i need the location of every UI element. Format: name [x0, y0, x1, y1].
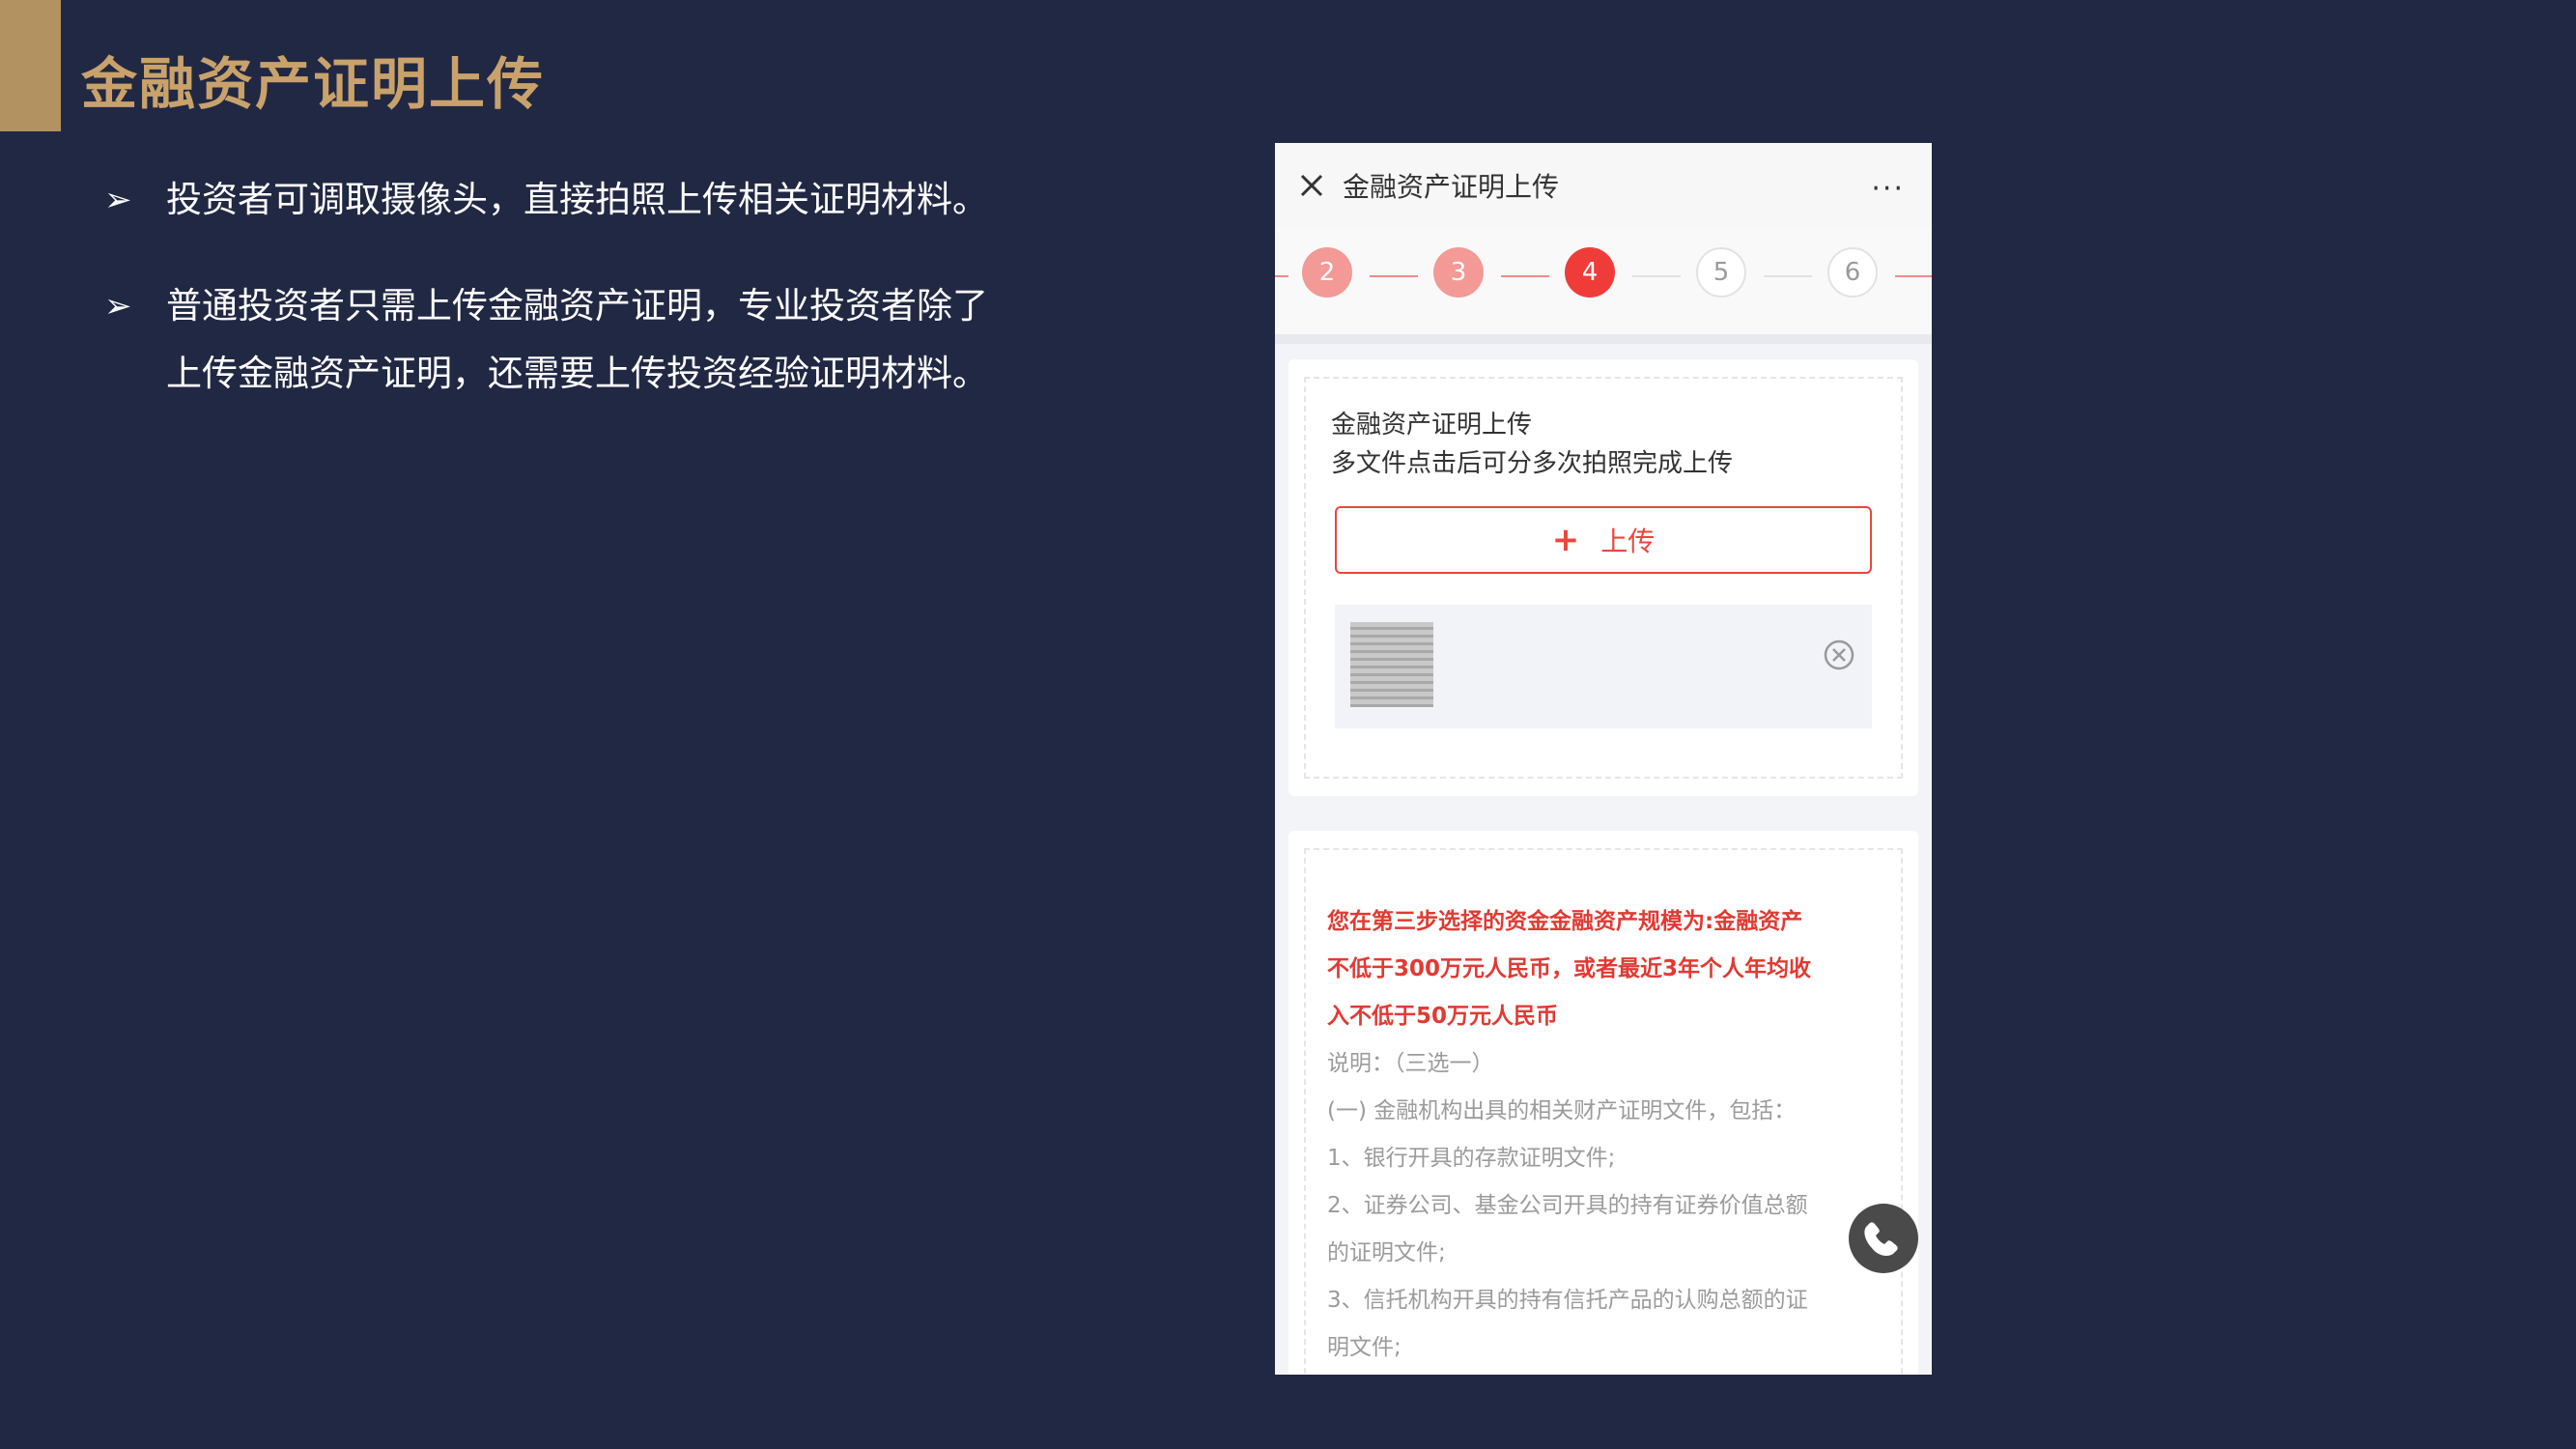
- step-5[interactable]: 5: [1696, 247, 1746, 298]
- phone-icon[interactable]: [1849, 1204, 1918, 1273]
- phone-page-title: 金融资产证明上传: [1343, 171, 1560, 203]
- step-connector: [1895, 275, 1932, 277]
- notice-highlight-line: 不低于300万元人民币，或者最近3年个人年均收: [1327, 956, 1812, 981]
- bullet-text: 上传金融资产证明，还需要上传投资经验证明材料。: [166, 353, 988, 394]
- step-6[interactable]: 6: [1827, 247, 1878, 298]
- step-2[interactable]: 2: [1302, 247, 1352, 298]
- notice-detail-line: 3、信托机构开具的持有信托产品的认购总额的证: [1327, 1288, 1808, 1313]
- upload-title: 金融资产证明上传: [1331, 411, 1533, 440]
- phone-handset-icon: [1864, 1222, 1898, 1256]
- title-accent-bar: [0, 0, 61, 131]
- step-connector: [1632, 275, 1681, 277]
- notice-highlight-line: 您在第三步选择的资金金融资产规模为:金融资产: [1327, 909, 1803, 934]
- bullet-arrow-icon: ➢: [104, 181, 132, 219]
- bullet-item: ➢ 投资者可调取摄像头，直接拍照上传相关证明材料。: [104, 166, 1070, 234]
- upload-label: 金融资产证明上传 多文件点击后可分多次拍照完成上传: [1331, 406, 1733, 483]
- step-connector: [1764, 275, 1812, 277]
- notice-detail-line: 的证明文件;: [1327, 1240, 1446, 1265]
- bullet-list: ➢ 投资者可调取摄像头，直接拍照上传相关证明材料。 ➢ 普通投资者只需上传金融资…: [104, 166, 1070, 446]
- bullet-text: 普通投资者只需上传金融资产证明，专业投资者除了: [166, 285, 988, 327]
- step-4[interactable]: 4: [1565, 247, 1615, 298]
- plus-icon: +: [1551, 521, 1580, 559]
- phone-header: 金融资产证明上传 ···: [1275, 143, 1932, 228]
- uploaded-file-item: [1335, 605, 1872, 728]
- bullet-arrow-icon: ➢: [104, 287, 132, 326]
- upload-button[interactable]: + 上传: [1335, 506, 1872, 574]
- step-connector: [1275, 275, 1288, 277]
- upload-card: 金融资产证明上传 多文件点击后可分多次拍照完成上传 + 上传: [1288, 359, 1918, 796]
- slide-title: 金融资产证明上传: [81, 51, 546, 117]
- notice-detail-line: 明文件;: [1327, 1335, 1401, 1360]
- notice-detail-line: 说明：（三选一）: [1327, 1051, 1494, 1076]
- notice-detail-line: 1、银行开具的存款证明文件;: [1327, 1146, 1616, 1171]
- notice-detail-line: (一) 金融机构出具的相关财产证明文件，包括：: [1327, 1098, 1797, 1123]
- upload-hint: 多文件点击后可分多次拍照完成上传: [1331, 449, 1734, 478]
- remove-circle-icon[interactable]: [1822, 638, 1856, 672]
- step-3[interactable]: 3: [1433, 247, 1484, 298]
- notice-text: 您在第三步选择的资金金融资产规模为:金融资产 不低于300万元人民币，或者最近3…: [1327, 898, 1868, 1372]
- notice-card: 您在第三步选择的资金金融资产规模为:金融资产 不低于300万元人民币，或者最近3…: [1288, 831, 1918, 1375]
- close-icon[interactable]: [1294, 168, 1329, 203]
- step-connector: [1501, 275, 1549, 277]
- more-icon[interactable]: ···: [1871, 172, 1905, 206]
- upload-button-label: 上传: [1600, 526, 1656, 557]
- file-thumbnail[interactable]: [1350, 622, 1433, 707]
- step-connector: [1370, 275, 1418, 277]
- phone-screenshot: 金融资产证明上传 ··· 2 3 4 5 6 金融资产证明上传 多文件点击后可分…: [1275, 143, 1932, 1375]
- bullet-text: 投资者可调取摄像头，直接拍照上传相关证明材料。: [166, 179, 988, 220]
- notice-detail-line: 2、证券公司、基金公司开具的持有证券价值总额: [1327, 1193, 1808, 1218]
- bullet-item: ➢ 普通投资者只需上传金融资产证明，专业投资者除了 上传金融资产证明，还需要上传…: [104, 272, 1070, 408]
- notice-highlight-line: 入不低于50万元人民币: [1327, 1004, 1559, 1029]
